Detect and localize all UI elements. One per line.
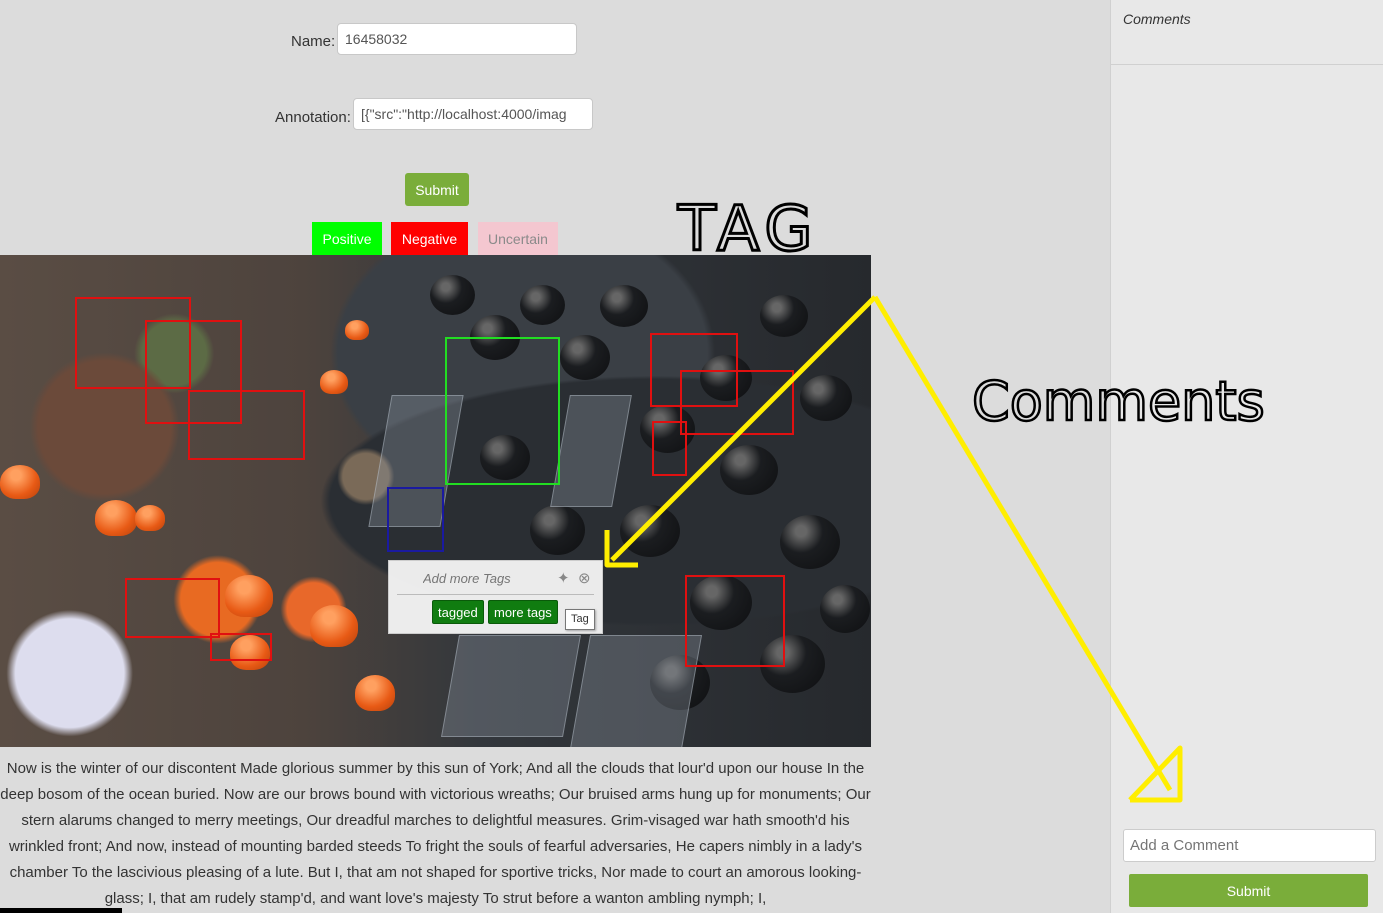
close-icon[interactable]: ⊗: [578, 569, 591, 587]
name-label: Name:: [291, 33, 336, 50]
tag-popup: ✦ ⊗ tagged more tags Tag: [388, 560, 603, 634]
sidebar-title: Comments: [1123, 11, 1191, 27]
pin-icon[interactable]: ✦: [557, 569, 570, 587]
sidebar-divider: [1111, 64, 1383, 65]
add-tags-input[interactable]: [399, 567, 578, 589]
comments-sidebar: Comments Submit: [1110, 0, 1383, 913]
tag-divider: [397, 594, 594, 595]
annotation-box[interactable]: [188, 390, 305, 460]
positive-button[interactable]: Positive: [312, 222, 382, 255]
annotation-box[interactable]: [685, 575, 785, 667]
annotation-box-selected[interactable]: [387, 487, 444, 552]
negative-button[interactable]: Negative: [391, 222, 468, 255]
photo-shield: [569, 635, 703, 747]
comment-submit-button[interactable]: Submit: [1129, 874, 1368, 907]
story-text: Now is the winter of our discontent Made…: [0, 760, 871, 907]
tag-tooltip: Tag: [565, 609, 595, 630]
annotated-photo[interactable]: [0, 255, 871, 747]
annotation-label: Annotation:: [275, 109, 351, 126]
annotation-input[interactable]: [353, 98, 593, 130]
photo-shield: [550, 395, 632, 507]
main-content: Name: Annotation: Submit Positive Negati…: [0, 0, 1110, 913]
submit-button[interactable]: Submit: [405, 173, 469, 206]
comment-input[interactable]: [1123, 829, 1376, 862]
tag-chip[interactable]: more tags: [488, 600, 558, 624]
annotation-box[interactable]: [680, 370, 794, 435]
annotation-box-positive[interactable]: [445, 337, 560, 485]
annotation-box[interactable]: [210, 633, 272, 661]
photo-shield: [441, 635, 581, 737]
annotation-box[interactable]: [652, 421, 687, 476]
name-input[interactable]: [337, 23, 577, 55]
uncertain-button[interactable]: Uncertain: [478, 222, 558, 255]
annotation-box[interactable]: [125, 578, 220, 638]
tag-chip[interactable]: tagged: [432, 600, 484, 624]
bottom-bar: [0, 908, 122, 913]
